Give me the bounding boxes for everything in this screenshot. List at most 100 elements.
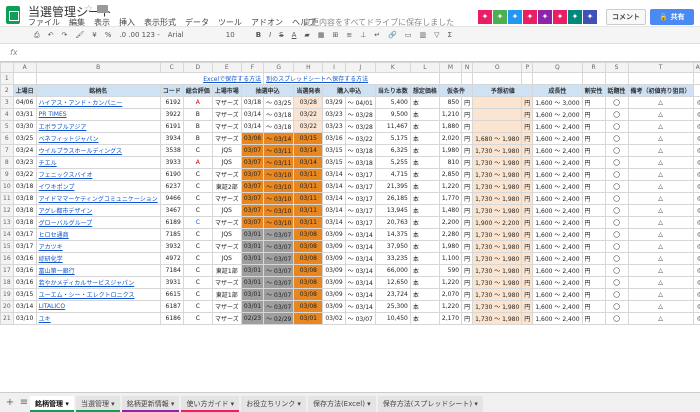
overall-grade[interactable]: A [182, 96, 213, 109]
column-title[interactable]: 上場市場 [211, 84, 242, 97]
listing-market[interactable]: 東証1部 [211, 288, 242, 301]
column-title[interactable]: 当選発表 [293, 84, 324, 97]
value-rating[interactable]: △ [627, 252, 694, 265]
unit-yen[interactable]: 円 [581, 144, 606, 157]
column-header[interactable]: R [581, 62, 606, 73]
purchase-start[interactable]: 03/09 [322, 300, 346, 313]
row-header[interactable]: 20 [0, 300, 14, 313]
excel-save-link[interactable]: Excelで保存する方法 [35, 72, 265, 85]
forecast-range[interactable]: 1,600 〜 2,400 [532, 168, 583, 181]
provisional-range[interactable]: 1,730 〜 1,980 [472, 144, 523, 157]
value-rating[interactable]: △ [627, 180, 694, 193]
announcement-date[interactable]: 03/11 [293, 204, 324, 217]
listing-market[interactable]: マザーズ [211, 300, 242, 313]
unit-yen[interactable]: 円 [461, 228, 474, 241]
announcement-date[interactable]: 03/01 [293, 312, 324, 325]
column-header[interactable]: Q [532, 62, 583, 73]
lottery-end[interactable]: 〜 03/07 [263, 240, 295, 253]
growth-rating[interactable]: ◯ [604, 192, 629, 205]
lottery-start[interactable]: 02/23 [240, 312, 265, 325]
listing-market[interactable]: JQS [211, 204, 242, 217]
lottery-start[interactable]: 03/08 [240, 132, 265, 145]
purchase-end[interactable]: 〜 03/17 [344, 204, 376, 217]
provisional-range[interactable]: 1,730 〜 1,980 [472, 312, 523, 325]
listing-date[interactable]: 03/16 [12, 276, 37, 289]
row-header[interactable]: 2 [0, 84, 14, 97]
assumed-price[interactable]: 2,070 [438, 288, 463, 301]
addon-icon[interactable]: ✦ [538, 10, 552, 24]
row-header[interactable]: 3 [0, 96, 14, 109]
listing-date[interactable]: 03/24 [12, 144, 37, 157]
column-header[interactable]: S [604, 62, 629, 73]
unit-hon[interactable]: 本 [409, 192, 440, 205]
unit-yen[interactable]: 円 [461, 96, 474, 109]
forecast-range[interactable]: 1,600 〜 2,400 [532, 192, 583, 205]
purchase-end[interactable]: 〜 03/14 [344, 252, 376, 265]
overall-grade[interactable]: C [182, 240, 213, 253]
topic-rating[interactable]: ◎ [692, 300, 700, 313]
assumed-price[interactable]: 1,770 [438, 192, 463, 205]
unit-yen[interactable]: 円 [461, 276, 474, 289]
stock-code[interactable]: 9466 [159, 192, 184, 205]
wrap-icon[interactable]: ↵ [370, 28, 384, 42]
column-header[interactable]: T [627, 62, 694, 73]
column-header[interactable]: O [472, 62, 523, 73]
lottery-end[interactable]: 〜 03/07 [263, 300, 295, 313]
purchase-end[interactable]: 〜 03/14 [344, 276, 376, 289]
lottery-start[interactable]: 03/01 [240, 252, 265, 265]
sheet-list-icon[interactable]: ≡ [18, 397, 30, 409]
forecast-range[interactable]: 1,600 〜 2,400 [532, 120, 583, 133]
stock-code[interactable]: 3538 [159, 144, 184, 157]
unit-yen[interactable]: 円 [521, 96, 534, 109]
value-rating[interactable]: △ [627, 132, 694, 145]
provisional-range[interactable] [472, 108, 523, 121]
stock-code[interactable]: 3934 [159, 132, 184, 145]
overall-grade[interactable]: C [182, 180, 213, 193]
growth-rating[interactable]: ◯ [604, 132, 629, 145]
purchase-end[interactable]: 〜 03/18 [344, 144, 376, 157]
provisional-range[interactable]: 1,730 〜 1,980 [472, 192, 523, 205]
topic-rating[interactable]: ◎ [692, 312, 700, 325]
column-header[interactable]: C [159, 62, 184, 73]
assumed-price[interactable]: 1,220 [438, 276, 463, 289]
print-icon[interactable]: ⎙ [30, 28, 44, 42]
allotment-count[interactable]: 20,763 [374, 216, 411, 229]
lottery-start[interactable]: 03/01 [240, 264, 265, 277]
link-icon[interactable]: 🔗 [384, 28, 401, 42]
assumed-price[interactable]: 1,210 [438, 108, 463, 121]
row-header[interactable]: 1 [0, 72, 14, 85]
lottery-end[interactable]: 〜 03/11 [263, 144, 295, 157]
stock-name[interactable]: 富山第一銀行 [35, 264, 161, 277]
unit-yen[interactable]: 円 [521, 144, 534, 157]
overall-grade[interactable]: C [182, 144, 213, 157]
overall-grade[interactable]: C [182, 276, 213, 289]
stock-name[interactable]: イワキポンプ [35, 180, 161, 193]
lottery-end[interactable]: 〜 03/10 [263, 168, 295, 181]
listing-market[interactable]: マザーズ [211, 216, 242, 229]
lottery-end[interactable]: 〜 03/07 [263, 252, 295, 265]
addon-icon[interactable]: ✦ [493, 10, 507, 24]
unit-yen[interactable]: 円 [521, 216, 534, 229]
value-rating[interactable]: △ [627, 168, 694, 181]
purchase-end[interactable]: 〜 03/17 [344, 168, 376, 181]
stock-name[interactable]: アグレ都市デザイン [35, 204, 161, 217]
lottery-start[interactable]: 03/07 [240, 168, 265, 181]
provisional-range[interactable]: 1,730 〜 1,980 [472, 252, 523, 265]
lottery-start[interactable]: 03/01 [240, 276, 265, 289]
stock-code[interactable]: 4972 [159, 252, 184, 265]
unit-yen[interactable]: 円 [461, 288, 474, 301]
purchase-end[interactable]: 〜 03/14 [344, 240, 376, 253]
font-select[interactable]: Arial [164, 28, 222, 42]
sheet-tab[interactable]: 当選管理 ▾ [75, 396, 120, 412]
column-title[interactable]: コード [159, 84, 184, 97]
unit-yen[interactable]: 円 [581, 252, 606, 265]
growth-rating[interactable]: ◯ [604, 300, 629, 313]
table-row[interactable]: 4 03/31 PR TIMES 3922 B マザーズ 03/14 〜 03/18 03/22… [0, 108, 700, 121]
listing-date[interactable]: 03/22 [12, 168, 37, 181]
purchase-end[interactable]: 〜 03/28 [344, 108, 376, 121]
listing-market[interactable]: マザーズ [211, 168, 242, 181]
growth-rating[interactable]: ◯ [604, 312, 629, 325]
topic-rating[interactable]: ◎ [692, 264, 700, 277]
unit-hon[interactable]: 本 [409, 312, 440, 325]
forecast-range[interactable]: 1,600 〜 2,400 [532, 300, 583, 313]
